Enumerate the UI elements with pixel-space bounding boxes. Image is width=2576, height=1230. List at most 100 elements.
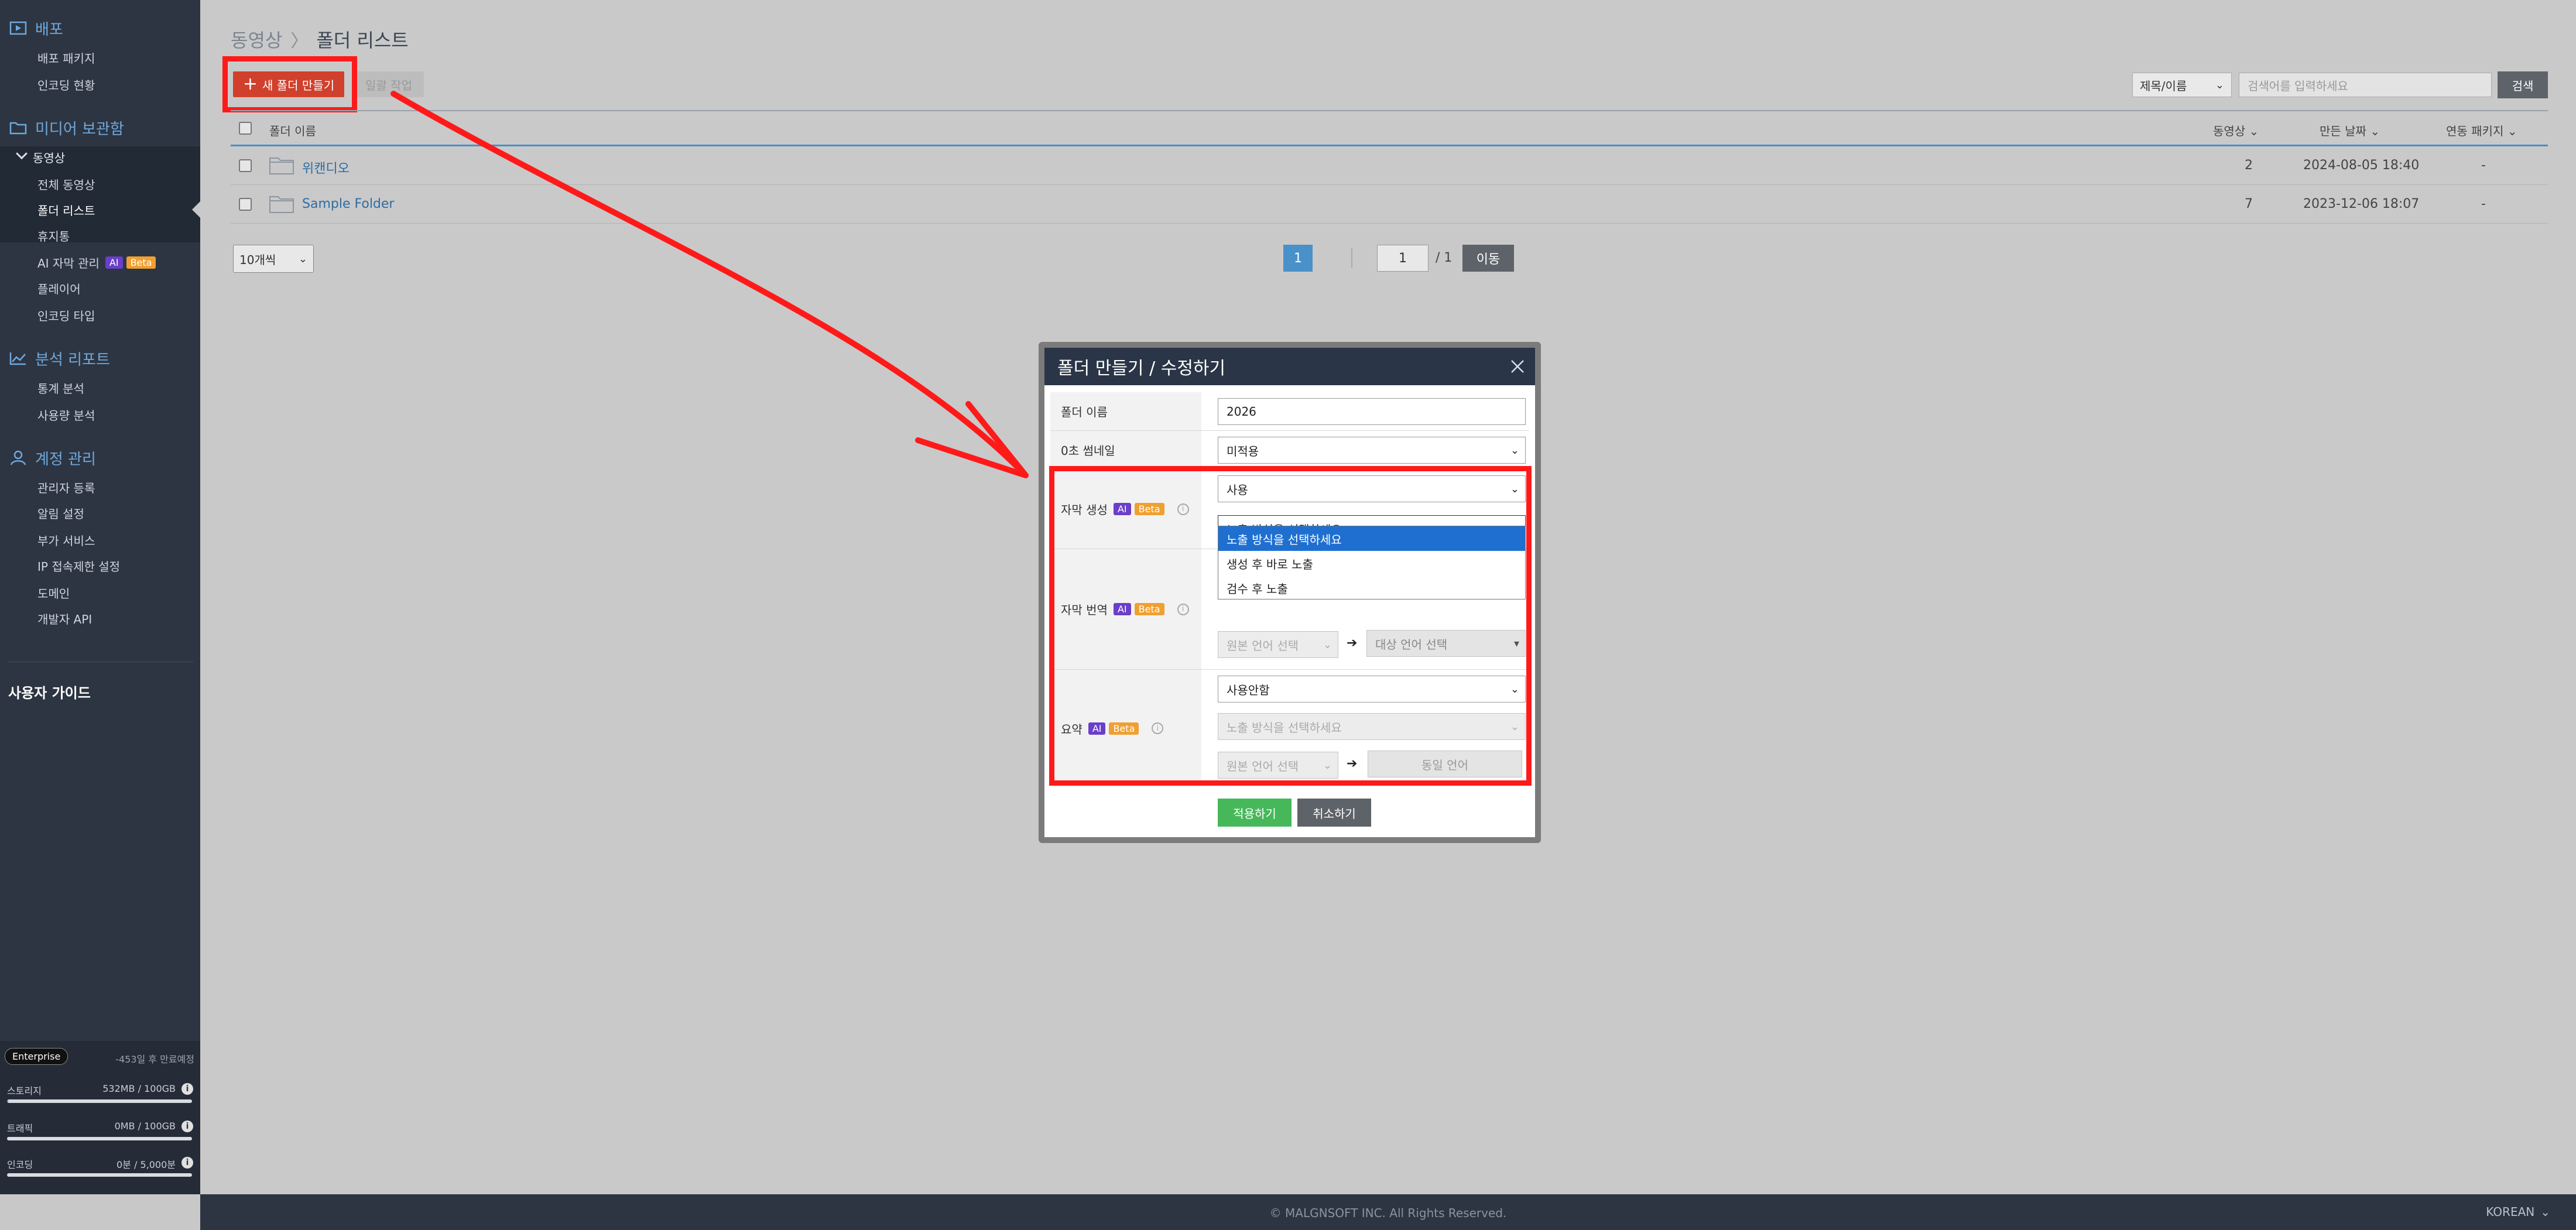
sidebar-item-deploy-package[interactable]: 배포 패키지 (37, 47, 95, 68)
usage-storage: 스토리지 532MB / 100GB i (7, 1083, 193, 1106)
linked-package: - (2481, 197, 2486, 211)
beta-badge: Beta (126, 256, 156, 269)
sidebar-section-label: 분석 리포트 (35, 351, 110, 369)
sidebar-item-usage[interactable]: 사용량 분석 (37, 404, 95, 425)
page-button-current[interactable]: 1 (1283, 245, 1313, 272)
search-placeholder: 검색어를 입력하세요 (2248, 78, 2348, 93)
usage-label: 인코딩 (7, 1159, 33, 1170)
column-header-label: 연동 패키지 (2446, 124, 2504, 138)
user-guide-link[interactable]: 사용자 가이드 (8, 681, 91, 702)
sidebar-item-admin-register[interactable]: 관리자 등록 (37, 477, 95, 498)
chevron-down-icon: ⌄ (2215, 78, 2224, 91)
sidebar-item-all-videos[interactable]: 전체 동영상 (37, 173, 95, 194)
sidebar-item-encoding-status[interactable]: 인코딩 현황 (37, 74, 95, 95)
sidebar-item-trash[interactable]: 휴지통 (37, 225, 70, 246)
copyright-text: © MALGNSOFT INC. All Rights Reserved. (1269, 1206, 1507, 1220)
row-checkbox[interactable] (239, 198, 252, 211)
annotation-highlight-new-folder (222, 56, 357, 112)
plan-badge: Enterprise (5, 1048, 68, 1065)
breadcrumb-parent[interactable]: 동영상 (231, 26, 282, 53)
plan-usage-panel: Enterprise -453일 후 만료예정 스토리지 532MB / 100… (0, 1041, 200, 1194)
folder-icon (269, 196, 294, 213)
sidebar-section-account[interactable]: 계정 관리 (8, 446, 96, 470)
table-row[interactable]: Sample Folder 7 2023-12-06 18:07 - (231, 185, 2548, 224)
sidebar-item-domain[interactable]: 도메인 (37, 582, 70, 603)
usage-bar (7, 1099, 192, 1103)
row-checkbox[interactable] (239, 159, 252, 172)
field-label: 폴더 이름 (1050, 392, 1201, 430)
close-icon[interactable] (1508, 357, 1527, 376)
language-selector[interactable]: KOREAN ⌄ (2486, 1205, 2550, 1219)
info-icon[interactable]: i (181, 1083, 193, 1095)
plan-expire-text: -453일 후 만료예정 (115, 1054, 194, 1065)
sidebar-item-developer-api[interactable]: 개발자 API (37, 608, 92, 629)
chevron-down-icon: ⌄ (2540, 1205, 2550, 1219)
column-header-label: 만든 날짜 (2320, 124, 2366, 138)
usage-fill (7, 1099, 8, 1103)
created-date: 2023-12-06 18:07 (2303, 197, 2420, 211)
sidebar-section-media[interactable]: 미디어 보관함 (8, 116, 124, 139)
sidebar-item-stats[interactable]: 통계 분석 (37, 377, 84, 398)
sidebar-item-ip-restrict[interactable]: IP 접속제한 설정 (37, 555, 120, 576)
sidebar-group-video[interactable]: 동영상 (16, 146, 66, 167)
sidebar-item-player[interactable]: 플레이어 (37, 277, 81, 299)
column-header-created[interactable]: 만든 날짜 ⌄ (2320, 122, 2380, 139)
sidebar-item-ai-subtitle[interactable]: AI 자막 관리 AI Beta (37, 252, 156, 273)
usage-value: 0분 / 5,000분 (117, 1159, 176, 1170)
annotation-highlight-ai-options (1049, 466, 1532, 786)
per-page-select[interactable]: 10개씩 ⌄ (233, 245, 314, 273)
apply-button[interactable]: 적용하기 (1218, 799, 1292, 827)
sidebar-item-notification[interactable]: 알림 설정 (37, 502, 84, 523)
usage-label: 스토리지 (7, 1085, 42, 1097)
usage-encoding: 인코딩 0분 / 5,000분 i (7, 1157, 193, 1180)
usage-value: 0MB / 100GB (114, 1121, 176, 1132)
cancel-button[interactable]: 취소하기 (1297, 799, 1371, 827)
batch-action-button[interactable]: 일괄 작업 (354, 71, 424, 97)
row-thumbnail: 0초 썸네일 미적용 ⌄ (1050, 431, 1529, 470)
sidebar: 배포 배포 패키지 인코딩 현황 미디어 보관함 동영상 전체 동영상 폴더 리… (0, 0, 201, 1194)
usage-bar (7, 1173, 192, 1177)
breadcrumb-separator: 〉 (290, 31, 309, 52)
column-header-name[interactable]: 폴더 이름 (269, 122, 316, 139)
page-title: 폴더 리스트 (316, 29, 409, 52)
ai-badge: AI (105, 256, 123, 269)
sidebar-group-label: 동영상 (33, 150, 66, 165)
select-value: 미적용 (1227, 444, 1259, 458)
pagination-divider (1351, 248, 1352, 268)
page-go-button[interactable]: 이동 (1462, 245, 1514, 272)
folder-name-input[interactable]: 2026 (1218, 398, 1526, 425)
folder-icon (269, 157, 294, 174)
sidebar-item-addon[interactable]: 부가 서비스 (37, 529, 95, 550)
info-icon[interactable]: i (181, 1157, 193, 1169)
sidebar-section-report[interactable]: 분석 리포트 (8, 347, 110, 370)
page-number-input[interactable]: 1 (1377, 245, 1429, 272)
user-icon (8, 450, 28, 466)
page-total: / 1 (1436, 251, 1453, 265)
usage-bar (7, 1137, 192, 1140)
search-input[interactable]: 검색어를 입력하세요 (2239, 73, 2492, 97)
footer: © MALGNSOFT INC. All Rights Reserved. KO… (200, 1194, 2576, 1230)
search-type-value: 제목/이름 (2140, 78, 2187, 93)
deploy-icon (8, 20, 28, 36)
column-header-videos[interactable]: 동영상 ⌄ (2213, 122, 2259, 139)
sidebar-item-encoding-type[interactable]: 인코딩 타입 (37, 304, 95, 326)
sidebar-section-deploy[interactable]: 배포 (8, 16, 63, 40)
sidebar-item-folder-list[interactable]: 폴더 리스트 (37, 199, 95, 220)
column-header-linked[interactable]: 연동 패키지 ⌄ (2446, 122, 2517, 139)
sidebar-section-label: 배포 (35, 20, 63, 39)
thumbnail-select[interactable]: 미적용 ⌄ (1218, 437, 1526, 464)
table-header: 폴더 이름 동영상 ⌄ 만든 날짜 ⌄ 연동 패키지 ⌄ (231, 110, 2548, 146)
search-type-select[interactable]: 제목/이름 ⌄ (2132, 73, 2232, 97)
chevron-down-icon: ⌄ (1510, 444, 1519, 457)
field-label: 0초 썸네일 (1050, 431, 1201, 469)
select-all-checkbox[interactable] (239, 122, 252, 135)
folder-name-link[interactable]: Sample Folder (302, 197, 394, 211)
table-row[interactable]: 위캔디오 2 2024-08-05 18:40 - (231, 146, 2548, 185)
chevron-down-icon (16, 148, 28, 160)
linked-package: - (2481, 158, 2486, 173)
per-page-value: 10개씩 (239, 252, 276, 267)
info-icon[interactable]: i (181, 1121, 193, 1132)
folder-name-link[interactable]: 위캔디오 (302, 158, 350, 177)
search-button[interactable]: 검색 (2498, 71, 2548, 98)
video-count: 7 (2245, 197, 2253, 211)
